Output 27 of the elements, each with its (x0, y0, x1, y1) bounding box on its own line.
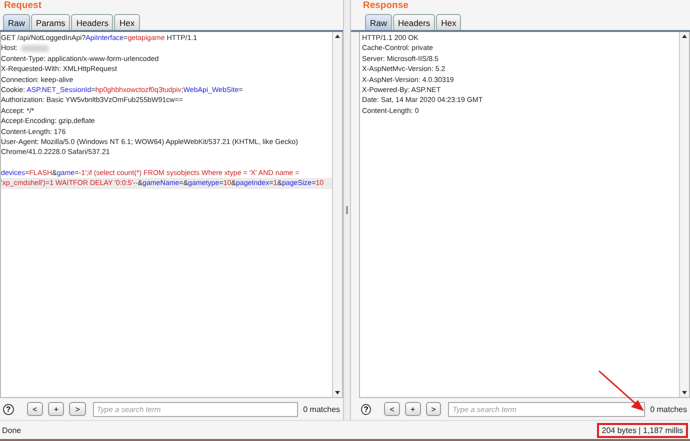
nav-button[interactable]: + (48, 402, 64, 416)
status-text: Done (2, 426, 22, 434)
tab[interactable]: Hex (114, 14, 140, 30)
nav-button[interactable]: + (404, 402, 421, 416)
nav-button[interactable]: < (26, 402, 43, 416)
help-button[interactable]: ? (361, 404, 372, 414)
nav-button[interactable]: < (384, 402, 400, 416)
tab[interactable]: Raw (3, 14, 30, 30)
response-stats: 204 bytes | 1,187 millis (602, 426, 683, 434)
tab[interactable]: Hex (436, 14, 462, 30)
tab[interactable]: Raw (365, 14, 392, 30)
annotation-arrow (598, 370, 644, 411)
text-editor[interactable] (0, 32, 343, 398)
panel-title: Response (362, 0, 410, 12)
match-count: 0 matches (650, 404, 687, 414)
scroll-down-icon[interactable] (680, 388, 689, 397)
help-button[interactable]: ? (3, 404, 14, 414)
tab[interactable]: Params (31, 14, 70, 30)
nav-button[interactable]: > (69, 402, 86, 416)
nav-button[interactable]: > (426, 402, 442, 416)
tab[interactable]: Headers (393, 14, 436, 30)
match-count: 0 matches (303, 404, 340, 414)
scroll-down-icon[interactable] (333, 388, 342, 397)
scroll-up-icon[interactable] (680, 32, 689, 41)
scroll-up-icon[interactable] (333, 32, 342, 41)
tab[interactable]: Headers (71, 14, 114, 30)
panel-title: Request (3, 0, 42, 12)
